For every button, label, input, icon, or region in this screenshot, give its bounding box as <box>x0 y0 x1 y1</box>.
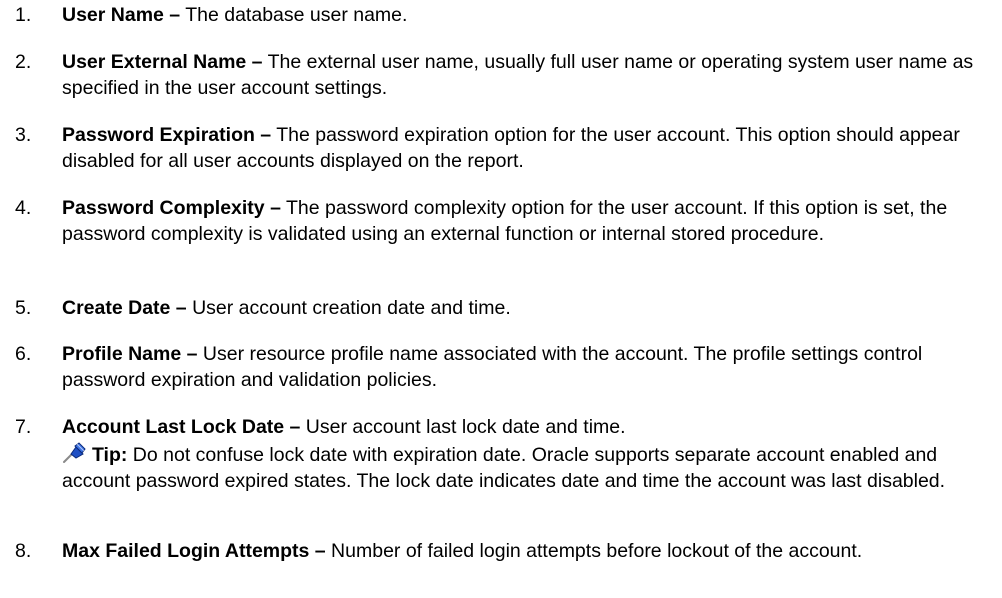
item-number: 4. <box>15 197 32 219</box>
item-body: User Name – The database user name. <box>62 2 988 28</box>
item-term: Max Failed Login Attempts – <box>62 540 326 562</box>
item-term: User External Name – <box>62 51 263 73</box>
item-term: Profile Name – <box>62 343 198 365</box>
item-term: Account Last Lock Date – <box>62 416 301 438</box>
tip-text: Do not confuse lock date with expiration… <box>62 444 946 492</box>
item-description: Number of failed login attempts before l… <box>325 540 863 562</box>
item-body: User External Name – The external user n… <box>62 49 988 101</box>
item-description: User account creation date and time. <box>186 297 511 319</box>
item-term: Password Complexity – <box>62 197 281 219</box>
item-body: Password Complexity – The password compl… <box>62 195 988 247</box>
item-number: 8. <box>15 540 32 562</box>
item-body: Create Date – User account creation date… <box>62 295 988 321</box>
item-description: User account last lock date and time. <box>300 416 626 438</box>
item-term: User Name – <box>62 4 181 26</box>
tip-note: Tip: Do not confuse lock date with expir… <box>62 442 988 494</box>
item-number: 7. <box>15 416 32 438</box>
item-body: Profile Name – User resource profile nam… <box>62 341 988 393</box>
item-description: The database user name. <box>180 4 408 26</box>
item-number: 3. <box>15 124 32 146</box>
item-body: Password Expiration – The password expir… <box>62 122 988 174</box>
item-number: 6. <box>15 343 32 365</box>
item-body: Account Last Lock Date – User account la… <box>62 414 988 440</box>
item-number: 2. <box>15 51 32 73</box>
pushpin-icon <box>62 442 88 464</box>
item-term: Create Date – <box>62 297 187 319</box>
item-number: 5. <box>15 297 32 319</box>
item-number: 1. <box>15 4 32 26</box>
item-term: Password Expiration – <box>62 124 272 146</box>
tip-label: Tip: <box>92 444 128 466</box>
definition-list: 1. User Name – The database user name. 2… <box>0 0 1002 598</box>
item-body: Max Failed Login Attempts – Number of fa… <box>62 538 988 564</box>
